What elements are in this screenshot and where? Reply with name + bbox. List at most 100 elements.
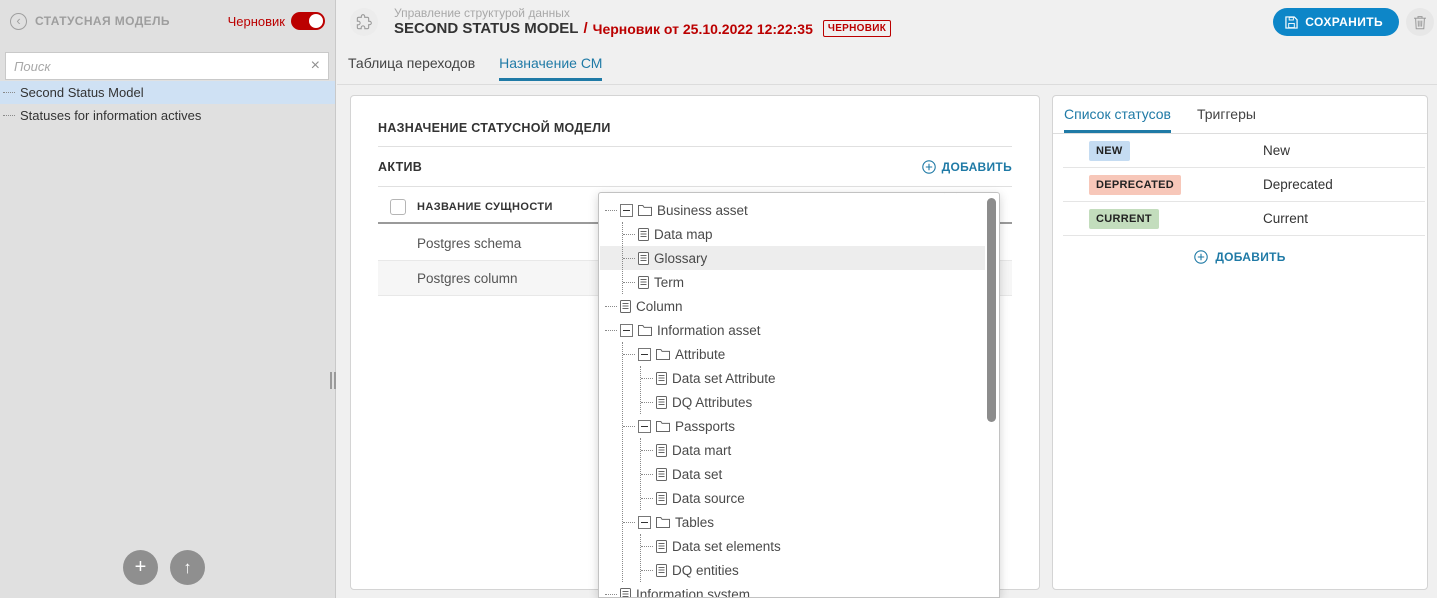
document-icon bbox=[638, 252, 649, 265]
status-row[interactable]: NEW New bbox=[1063, 134, 1425, 168]
asset-section-title: АКТИВ bbox=[378, 160, 422, 174]
add-status-button[interactable]: ДОБАВИТЬ bbox=[1194, 250, 1285, 264]
sidebar: ‹ СТАТУСНАЯ МОДЕЛЬ Черновик × Second Sta… bbox=[0, 0, 336, 598]
document-icon bbox=[656, 444, 667, 457]
tree-item-leaf[interactable]: Data source bbox=[641, 486, 999, 510]
tree-item-leaf[interactable]: Data set elements bbox=[641, 534, 999, 558]
tree-item-label: Passports bbox=[675, 419, 735, 434]
status-badge: CURRENT bbox=[1089, 209, 1159, 229]
entity-tree: Business asset Data map Glossary bbox=[599, 193, 999, 598]
tree-item-leaf[interactable]: Term bbox=[623, 270, 999, 294]
document-icon bbox=[638, 228, 649, 241]
tree-item-leaf[interactable]: Information system bbox=[605, 582, 999, 598]
search-input[interactable] bbox=[14, 59, 311, 74]
tree-item-label: Data set Attribute bbox=[672, 371, 776, 386]
save-button-label: СОХРАНИТЬ bbox=[1305, 15, 1383, 29]
collapse-icon[interactable] bbox=[620, 204, 633, 217]
tree-item-label: Information system bbox=[636, 587, 750, 598]
document-icon bbox=[656, 372, 667, 385]
add-asset-button[interactable]: ДОБАВИТЬ bbox=[922, 160, 1012, 174]
tree-item-label: Data set bbox=[672, 467, 722, 482]
collapse-icon[interactable] bbox=[638, 420, 651, 433]
title-separator: / bbox=[583, 20, 587, 37]
status-row[interactable]: CURRENT Current bbox=[1063, 202, 1425, 236]
tree-item-leaf[interactable]: Data mart bbox=[641, 438, 999, 462]
clear-search-icon[interactable]: × bbox=[311, 58, 320, 74]
collapse-icon[interactable] bbox=[638, 516, 651, 529]
sidebar-resize-handle[interactable] bbox=[330, 372, 337, 389]
status-name: Current bbox=[1263, 211, 1308, 226]
add-status-label: ДОБАВИТЬ bbox=[1215, 250, 1285, 264]
collapse-icon[interactable] bbox=[620, 324, 633, 337]
list-item-second-status-model[interactable]: Second Status Model bbox=[0, 81, 335, 104]
page-title: SECOND STATUS MODEL bbox=[394, 20, 578, 37]
status-badge: NEW bbox=[1089, 141, 1130, 161]
divider bbox=[378, 146, 1012, 147]
draft-toggle[interactable] bbox=[291, 12, 325, 30]
topbar: Управление структурой данных SECOND STAT… bbox=[337, 0, 1437, 84]
tree-item-leaf[interactable]: Data set bbox=[641, 462, 999, 486]
tree-item-label: Attribute bbox=[675, 347, 725, 362]
toggle-knob bbox=[309, 14, 323, 28]
tree-item-label: Glossary bbox=[654, 251, 707, 266]
add-model-button[interactable]: + bbox=[123, 550, 158, 585]
tree-item-folder[interactable]: Business asset bbox=[605, 198, 999, 222]
tab-transition-table[interactable]: Таблица переходов bbox=[348, 55, 475, 81]
tree-item-leaf[interactable]: Data set Attribute bbox=[641, 366, 999, 390]
tab-triggers[interactable]: Триггеры bbox=[1197, 106, 1256, 133]
folder-icon bbox=[638, 324, 652, 336]
document-icon bbox=[656, 396, 667, 409]
plus-circle-icon bbox=[922, 160, 936, 174]
tree-item-leaf[interactable]: Data map bbox=[623, 222, 999, 246]
tree-item-label: Data source bbox=[672, 491, 745, 506]
folder-icon bbox=[656, 420, 670, 432]
save-icon bbox=[1285, 16, 1298, 29]
tab-assignment[interactable]: Назначение СМ bbox=[499, 55, 602, 81]
tree-item-folder[interactable]: Attribute bbox=[623, 342, 999, 366]
tree-item-label: Data map bbox=[654, 227, 713, 242]
document-icon bbox=[656, 540, 667, 553]
tree-item-label: Column bbox=[636, 299, 683, 314]
status-panel-tabs: Список статусов Триггеры bbox=[1053, 96, 1427, 134]
draft-version-label: Черновик от 25.10.2022 12:22:35 bbox=[593, 21, 813, 37]
search-box: × bbox=[5, 52, 329, 80]
entity-name-column-header: НАЗВАНИЕ СУЩНОСТИ bbox=[417, 201, 553, 213]
tree-item-leaf[interactable]: DQ Attributes bbox=[641, 390, 999, 414]
list-item-statuses-for-information-actives[interactable]: Statuses for information actives bbox=[0, 104, 335, 127]
add-asset-label: ДОБАВИТЬ bbox=[942, 160, 1012, 174]
tree-item-label: Term bbox=[654, 275, 684, 290]
divider bbox=[378, 186, 1012, 187]
delete-button[interactable] bbox=[1406, 8, 1434, 36]
back-icon[interactable]: ‹ bbox=[10, 13, 27, 30]
document-icon bbox=[620, 300, 631, 313]
select-all-checkbox[interactable] bbox=[390, 199, 406, 215]
status-panel: Список статусов Триггеры NEW New DEPRECA… bbox=[1052, 95, 1428, 590]
sidebar-title: СТАТУСНАЯ МОДЕЛЬ bbox=[35, 14, 228, 28]
document-icon bbox=[656, 564, 667, 577]
folder-icon bbox=[638, 204, 652, 216]
tab-status-list[interactable]: Список статусов bbox=[1064, 106, 1171, 133]
tree-item-folder[interactable]: Tables bbox=[623, 510, 999, 534]
folder-icon bbox=[656, 348, 670, 360]
status-name: Deprecated bbox=[1263, 177, 1333, 192]
tree-item-folder[interactable]: Information asset bbox=[605, 318, 999, 342]
collapse-icon[interactable] bbox=[638, 348, 651, 361]
draft-toggle-label: Черновик bbox=[228, 14, 285, 29]
dropdown-scrollbar[interactable] bbox=[987, 198, 996, 422]
document-icon bbox=[656, 468, 667, 481]
plus-circle-icon bbox=[1194, 250, 1208, 264]
puzzle-icon bbox=[350, 8, 378, 36]
tree-item-leaf[interactable]: Column bbox=[605, 294, 999, 318]
scroll-top-button[interactable]: ↑ bbox=[170, 550, 205, 585]
tree-item-leaf-highlighted[interactable]: Glossary bbox=[623, 246, 999, 270]
tree-item-leaf[interactable]: DQ entities bbox=[641, 558, 999, 582]
status-row[interactable]: DEPRECATED Deprecated bbox=[1063, 168, 1425, 202]
save-button[interactable]: СОХРАНИТЬ bbox=[1273, 8, 1399, 36]
main-tabs: Таблица переходов Назначение СМ bbox=[348, 55, 602, 81]
tree-item-label: Information asset bbox=[657, 323, 761, 338]
tabs-divider bbox=[337, 84, 1437, 85]
trash-icon bbox=[1413, 15, 1427, 30]
tree-item-folder[interactable]: Passports bbox=[623, 414, 999, 438]
assignment-panel-title: НАЗНАЧЕНИЕ СТАТУСНОЙ МОДЕЛИ bbox=[378, 121, 611, 135]
entity-tree-dropdown: Business asset Data map Glossary bbox=[598, 192, 1000, 598]
